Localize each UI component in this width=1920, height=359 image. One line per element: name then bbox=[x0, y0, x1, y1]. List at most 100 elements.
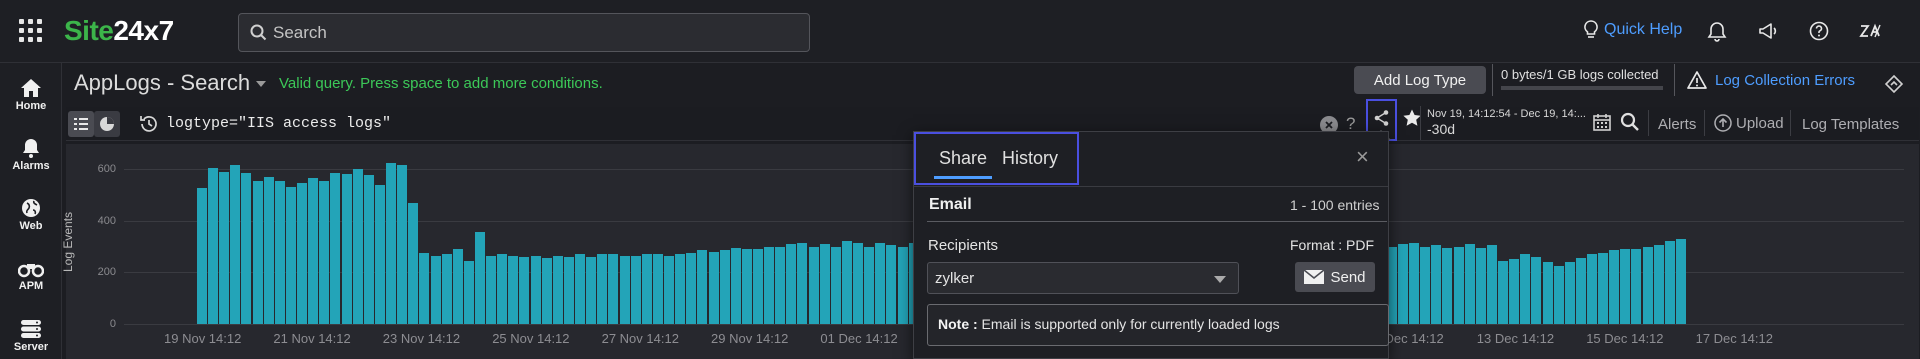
chart-bar[interactable] bbox=[1575, 258, 1586, 324]
chart-bar[interactable] bbox=[597, 254, 608, 324]
chart-bar[interactable] bbox=[1653, 245, 1664, 324]
sidebar-item-web[interactable]: Web bbox=[0, 198, 62, 232]
page-title[interactable]: AppLogs - Search bbox=[74, 70, 267, 96]
quick-help-link[interactable]: Quick Help bbox=[1584, 20, 1682, 40]
chart-bar[interactable] bbox=[808, 246, 819, 324]
chart-bar[interactable] bbox=[775, 246, 786, 324]
chart-bar[interactable] bbox=[675, 254, 686, 324]
chart-bar[interactable] bbox=[897, 246, 908, 324]
chart-bar[interactable] bbox=[1520, 254, 1531, 324]
chart-bar[interactable] bbox=[363, 175, 374, 324]
chart-bar[interactable] bbox=[319, 180, 330, 324]
chart-bar[interactable] bbox=[864, 246, 875, 324]
chart-bar[interactable] bbox=[586, 256, 597, 324]
calendar-icon[interactable] bbox=[1592, 112, 1612, 132]
chart-bar[interactable] bbox=[386, 162, 397, 324]
chart-bar[interactable] bbox=[753, 249, 763, 324]
chart-bar[interactable] bbox=[1431, 245, 1442, 324]
chart-bar[interactable] bbox=[619, 255, 630, 324]
megaphone-icon[interactable] bbox=[1757, 20, 1779, 42]
chart-bar[interactable] bbox=[875, 243, 886, 324]
chart-bar[interactable] bbox=[274, 180, 285, 324]
chart-bar[interactable] bbox=[1631, 249, 1642, 324]
query-input[interactable]: logtype="IIS access logs" bbox=[166, 115, 391, 132]
chart-bar[interactable] bbox=[475, 232, 485, 324]
chart-bar[interactable] bbox=[208, 167, 219, 324]
chart-bar[interactable] bbox=[397, 165, 408, 324]
run-search-icon[interactable] bbox=[1620, 112, 1640, 132]
chart-bar[interactable] bbox=[1553, 265, 1564, 324]
chart-bar[interactable] bbox=[374, 184, 385, 324]
chart-bar[interactable] bbox=[1486, 245, 1497, 324]
chart-bar[interactable] bbox=[419, 252, 430, 324]
chart-bar[interactable] bbox=[819, 243, 830, 324]
chart-bar[interactable] bbox=[519, 256, 530, 324]
chart-bar[interactable] bbox=[1409, 242, 1420, 324]
chart-bar[interactable] bbox=[252, 180, 263, 324]
chart-bar[interactable] bbox=[230, 165, 241, 324]
close-icon[interactable]: × bbox=[1356, 144, 1369, 170]
chart-bar[interactable] bbox=[830, 246, 841, 324]
chart-bar[interactable] bbox=[641, 253, 652, 324]
chart-bar[interactable] bbox=[786, 243, 797, 324]
search-input[interactable] bbox=[273, 20, 793, 46]
chart-bar[interactable] bbox=[886, 245, 897, 324]
chart-bar[interactable] bbox=[341, 174, 352, 324]
chart-bar[interactable] bbox=[1587, 254, 1597, 324]
chart-bar[interactable] bbox=[764, 246, 775, 324]
chart-bar[interactable] bbox=[330, 172, 341, 324]
chart-bar[interactable] bbox=[263, 176, 274, 324]
chart-bar[interactable] bbox=[441, 254, 452, 324]
chart-bar[interactable] bbox=[563, 256, 574, 324]
chart-bar[interactable] bbox=[1664, 241, 1675, 324]
chart-bar[interactable] bbox=[530, 256, 541, 324]
log-templates-link[interactable]: Log Templates bbox=[1802, 116, 1899, 133]
chart-bar[interactable] bbox=[197, 188, 207, 324]
chart-bar[interactable] bbox=[430, 255, 441, 324]
tab-share[interactable]: Share bbox=[939, 148, 987, 169]
apps-grid-icon[interactable] bbox=[19, 19, 43, 43]
time-range-picker[interactable]: Nov 19, 14:12:54 - Dec 19, 14:... -30d bbox=[1420, 106, 1600, 140]
chart-bar[interactable] bbox=[630, 256, 641, 324]
expand-icon[interactable] bbox=[1884, 74, 1904, 94]
list-view-toggle[interactable] bbox=[68, 111, 94, 137]
chart-bar[interactable] bbox=[352, 169, 363, 324]
star-icon[interactable] bbox=[1402, 108, 1422, 128]
chart-bar[interactable] bbox=[285, 187, 296, 324]
sidebar-item-server[interactable]: Server bbox=[0, 319, 62, 353]
log-collection-errors-link[interactable]: Log Collection Errors bbox=[1674, 64, 1855, 96]
chart-bar[interactable] bbox=[1531, 256, 1542, 324]
zoho-profile-icon[interactable] bbox=[1858, 20, 1884, 42]
site24x7-logo[interactable]: Site24x7 bbox=[64, 15, 174, 47]
chart-bar[interactable] bbox=[1642, 246, 1653, 324]
tab-history[interactable]: History bbox=[1002, 148, 1058, 169]
chart-bar[interactable] bbox=[797, 243, 808, 324]
chart-bar[interactable] bbox=[452, 249, 463, 324]
chart-bar[interactable] bbox=[664, 255, 675, 324]
chart-bar[interactable] bbox=[1609, 250, 1620, 324]
chart-bar[interactable] bbox=[1620, 249, 1631, 324]
chart-bar[interactable] bbox=[508, 255, 519, 324]
chart-bar[interactable] bbox=[463, 260, 474, 324]
send-button[interactable]: Send bbox=[1295, 262, 1375, 292]
chart-bar[interactable] bbox=[652, 254, 663, 324]
chart-bar[interactable] bbox=[486, 255, 497, 324]
chart-bar[interactable] bbox=[1498, 260, 1509, 324]
chart-bar[interactable] bbox=[1464, 243, 1475, 324]
chart-bar[interactable] bbox=[575, 254, 586, 324]
global-search[interactable] bbox=[238, 13, 810, 52]
chart-bar[interactable] bbox=[1420, 246, 1431, 324]
chart-bar[interactable] bbox=[1453, 246, 1464, 324]
chart-bar[interactable] bbox=[1475, 247, 1486, 324]
bell-icon[interactable] bbox=[1706, 20, 1728, 42]
chart-bar[interactable] bbox=[1397, 243, 1408, 324]
add-log-type-button[interactable]: Add Log Type bbox=[1354, 66, 1486, 94]
sidebar-item-home[interactable]: Home bbox=[0, 78, 62, 112]
chart-bar[interactable] bbox=[541, 258, 552, 324]
chart-bar[interactable] bbox=[1598, 252, 1609, 324]
chart-bar[interactable] bbox=[719, 250, 730, 324]
chart-bar[interactable] bbox=[686, 252, 697, 324]
alerts-link[interactable]: Alerts bbox=[1658, 116, 1696, 133]
chart-bar[interactable] bbox=[1542, 262, 1553, 324]
recipients-select[interactable]: zylker bbox=[927, 262, 1239, 294]
